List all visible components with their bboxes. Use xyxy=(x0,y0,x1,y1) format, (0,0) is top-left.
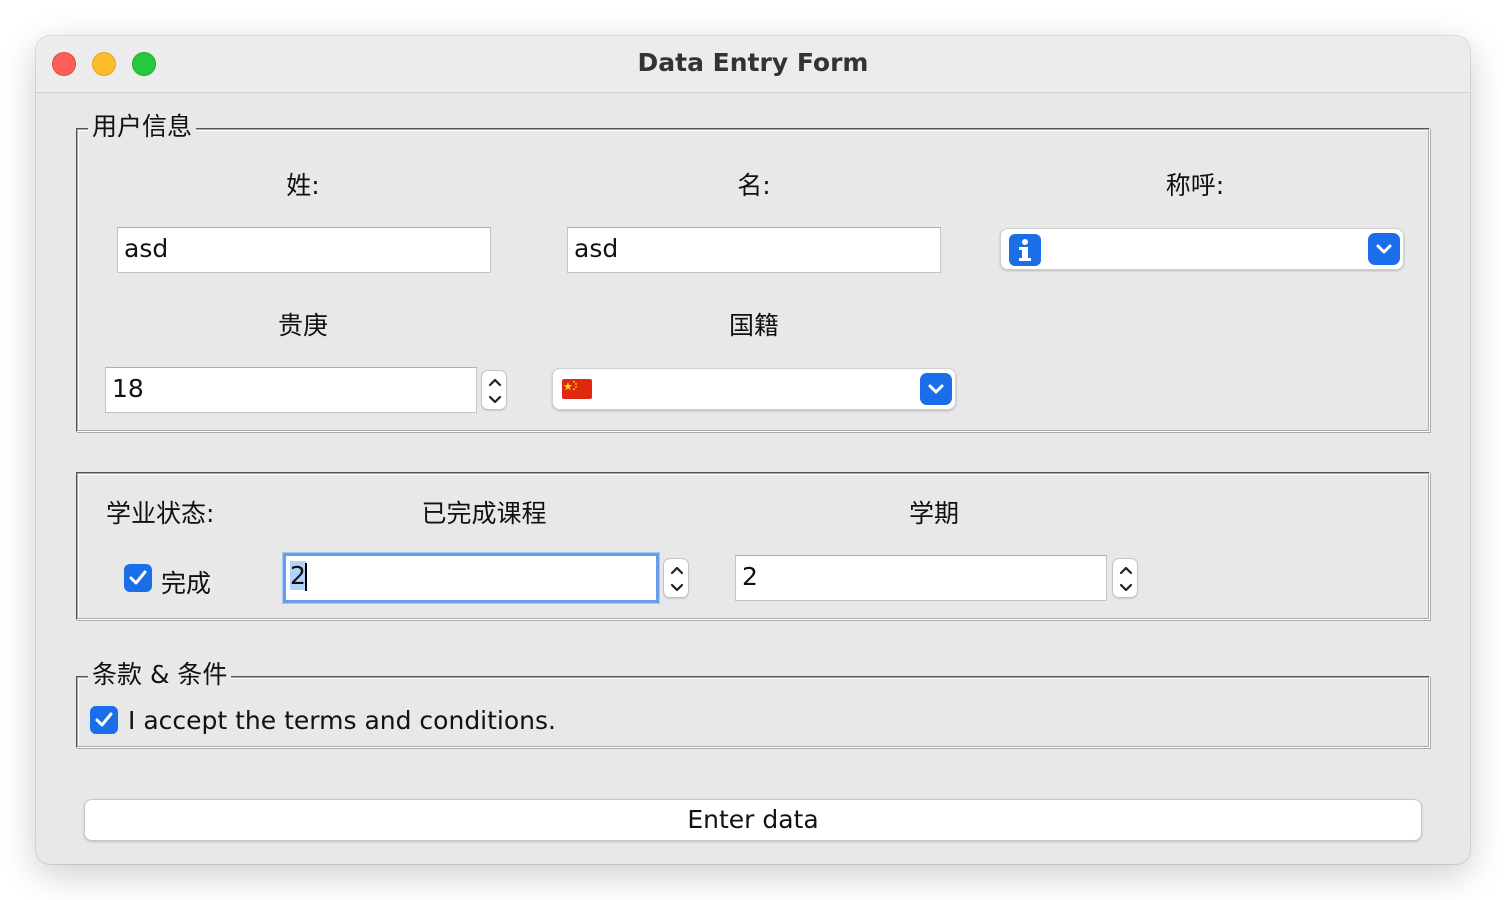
nationality-label: 国籍 xyxy=(728,311,779,340)
title-dropdown-button[interactable] xyxy=(1368,233,1400,265)
nationality-dropdown-button[interactable] xyxy=(920,373,952,405)
accept-terms-checkbox[interactable] xyxy=(90,706,118,734)
information-icon xyxy=(1009,234,1041,266)
china-flag-icon xyxy=(562,379,592,399)
terms-legend: 条款 & 条件 xyxy=(88,658,232,692)
title-combobox[interactable] xyxy=(1000,228,1404,270)
user-info-legend: 用户信息 xyxy=(88,110,197,144)
title-label: 称呼: xyxy=(1165,171,1225,200)
completed-courses-spinbox-input[interactable]: 2 xyxy=(283,553,659,603)
first-name-label: 姓: xyxy=(286,171,320,200)
semester-spinbox-input[interactable]: 2 xyxy=(735,555,1107,601)
title-bar: Data Entry Form xyxy=(36,36,1470,93)
completed-checkbox-label: 完成 xyxy=(161,569,212,598)
accept-terms-label: I accept the terms and conditions. xyxy=(128,706,556,735)
text-caret xyxy=(304,563,307,591)
selected-text: 2 xyxy=(290,561,306,590)
age-label: 贵庚 xyxy=(277,311,328,340)
academic-status-label: 学业状态: xyxy=(106,499,215,528)
completed-courses-label: 已完成课程 xyxy=(421,499,547,528)
semester-stepper[interactable] xyxy=(1112,558,1138,598)
enter-data-button[interactable]: Enter data xyxy=(84,799,1422,841)
completed-checkbox[interactable] xyxy=(124,564,152,592)
age-spinbox-input[interactable]: 18 xyxy=(105,367,477,413)
app-window: Data Entry Form 用户信息 姓: 名: 称呼: asd asd 贵… xyxy=(36,36,1470,864)
window-title: Data Entry Form xyxy=(637,48,869,77)
first-name-input[interactable]: asd xyxy=(117,227,491,273)
nationality-combobox[interactable] xyxy=(552,368,956,410)
last-name-label: 名: xyxy=(737,171,771,200)
semester-label: 学期 xyxy=(908,499,959,528)
completed-courses-stepper[interactable] xyxy=(663,558,689,598)
last-name-input[interactable]: asd xyxy=(567,227,941,273)
age-stepper[interactable] xyxy=(481,370,507,410)
